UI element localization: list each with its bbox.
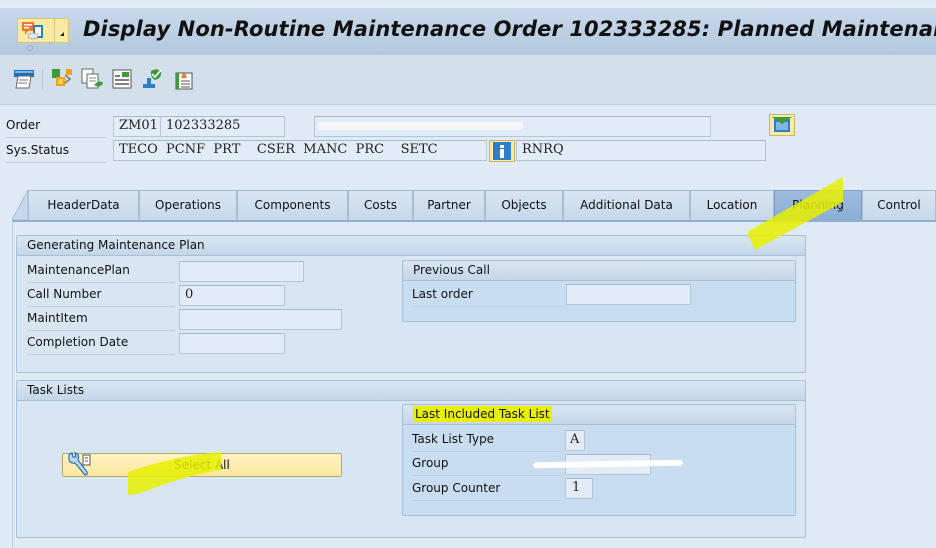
- redacted-description: [318, 122, 523, 130]
- menu-button-divider: [54, 19, 55, 42]
- tab-control[interactable]: Control: [862, 190, 936, 220]
- release-approve-icon[interactable]: [141, 67, 165, 91]
- group-title: Generating Maintenance Plan: [17, 236, 805, 256]
- system-status-field: TECO PCNF PRT CSER MANC PRC SETC: [113, 140, 487, 161]
- tab-operations[interactable]: Operations: [139, 190, 237, 220]
- tab-strip: HeaderData Operations Components Costs P…: [12, 190, 936, 220]
- title-bar: Display Non-Routine Maintenance Order 10…: [0, 7, 936, 55]
- last-order-field[interactable]: [566, 284, 691, 305]
- maintenance-plan-label: MaintenancePlan: [27, 263, 175, 283]
- sap-menu-icon: [22, 22, 43, 40]
- application-toolbar: [0, 55, 936, 105]
- completion-date-label: Completion Date: [27, 335, 175, 355]
- window-title: Display Non-Routine Maintenance Order 10…: [83, 17, 936, 41]
- task-list-type-label: Task List Type: [412, 432, 562, 452]
- tab-partner[interactable]: Partner: [413, 190, 485, 220]
- long-text-icon[interactable]: [769, 114, 795, 136]
- notification-icon[interactable]: [172, 67, 196, 91]
- sys-status-label: Sys.Status: [6, 143, 106, 163]
- tab-components[interactable]: Components: [237, 190, 348, 220]
- group-counter-field[interactable]: 1: [565, 478, 593, 499]
- display-document-icon[interactable]: [110, 67, 134, 91]
- status-dot-icon: [27, 45, 33, 51]
- completion-date-field[interactable]: [179, 333, 285, 354]
- select-all-button[interactable]: Select All: [62, 452, 342, 477]
- task-list-type-field[interactable]: A: [565, 430, 585, 451]
- print-icon[interactable]: [12, 67, 36, 91]
- maint-item-field[interactable]: [179, 309, 342, 330]
- tab-location[interactable]: Location: [690, 190, 774, 220]
- highlighted-title: Last Included Task List: [413, 406, 552, 422]
- group-title: Task Lists: [17, 381, 805, 401]
- order-label: Order: [6, 118, 106, 138]
- maint-item-label: MaintItem: [27, 311, 175, 331]
- tab-objects[interactable]: Objects: [485, 190, 563, 220]
- dropdown-arrow-icon: [60, 32, 64, 36]
- info-icon[interactable]: [489, 140, 515, 162]
- copy-document-icon[interactable]: [80, 67, 104, 91]
- call-number-field[interactable]: 0: [179, 285, 285, 306]
- order-type-field[interactable]: ZM01: [113, 116, 161, 137]
- subgroup-title: Last Included Task List: [403, 405, 795, 425]
- system-menu-button[interactable]: [17, 18, 69, 43]
- tab-strip-edge: [12, 190, 28, 220]
- tab-header-data[interactable]: HeaderData: [28, 190, 139, 220]
- task-list-wrench-icon: [68, 452, 91, 476]
- tab-costs[interactable]: Costs: [348, 190, 413, 220]
- tab-planning[interactable]: Planning: [774, 190, 862, 220]
- select-all-label: Select All: [174, 458, 230, 472]
- subgroup-title: Previous Call: [403, 261, 795, 281]
- call-number-label: Call Number: [27, 287, 175, 307]
- user-status-field: RNRQ: [516, 140, 766, 161]
- group-counter-label: Group Counter: [412, 481, 562, 501]
- toolbar-separator: [42, 69, 43, 89]
- document-flow-icon[interactable]: [50, 67, 74, 91]
- maintenance-plan-field[interactable]: [179, 261, 304, 282]
- order-number-field[interactable]: 102333285: [160, 116, 285, 137]
- last-order-label: Last order: [412, 287, 562, 307]
- tab-additional-data[interactable]: Additional Data: [563, 190, 690, 220]
